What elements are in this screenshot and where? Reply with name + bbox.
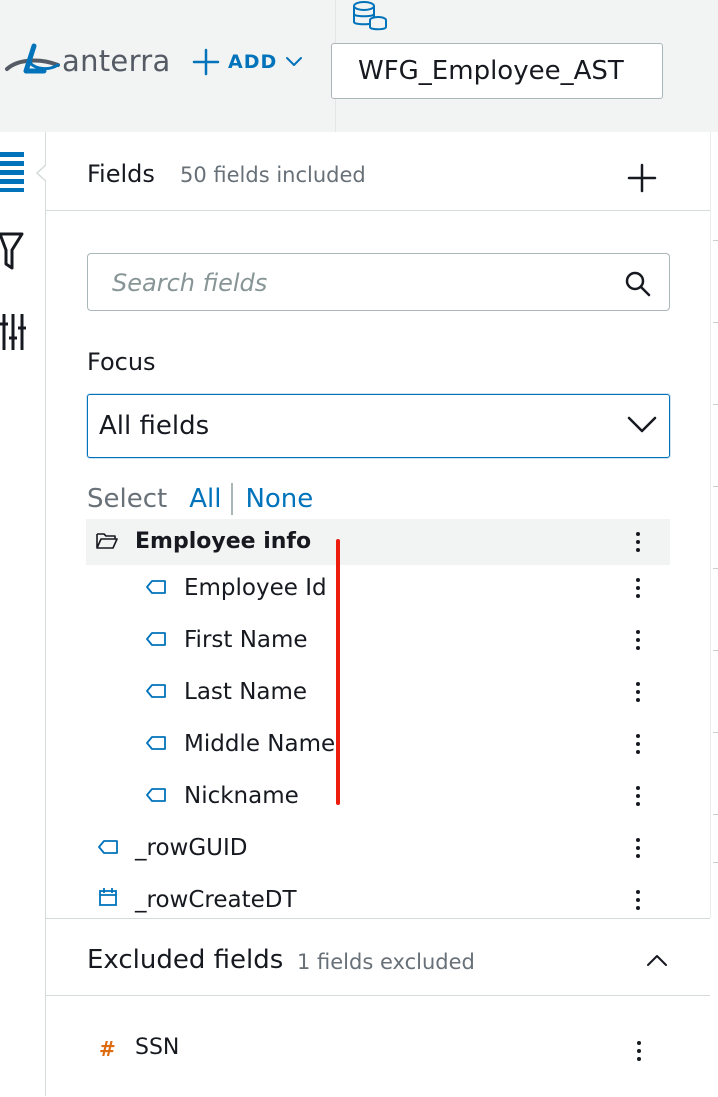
more-options-icon[interactable] (635, 837, 641, 859)
excluded-fields-section: Excluded fields 1 fields excluded # SSN (46, 918, 710, 1097)
focus-select-value: All fields (99, 411, 210, 441)
chevron-down-icon (627, 416, 657, 433)
dataset-selector[interactable]: WFG_Employee_AST (331, 43, 663, 99)
field-name: _rowCreateDT (135, 887, 297, 913)
more-options-icon[interactable] (636, 1040, 642, 1062)
fields-title: Fields (87, 160, 155, 188)
select-controls: Select All None (87, 482, 313, 516)
field-group-employee-info[interactable]: Employee info (86, 519, 670, 565)
annotation-line (336, 539, 340, 805)
more-options-icon[interactable] (635, 681, 641, 703)
calendar-icon (99, 888, 117, 906)
add-dropdown-button[interactable]: ADD (192, 44, 303, 80)
string-field-icon (146, 788, 166, 802)
field-name: Employee Id (184, 575, 327, 601)
add-button-label: ADD (228, 51, 278, 73)
logo-mark-icon (5, 43, 60, 74)
search-icon[interactable] (625, 271, 651, 297)
left-icon-rail (0, 132, 46, 1096)
string-field-icon (146, 736, 166, 750)
app-logo[interactable]: anterra (4, 38, 171, 84)
panel-divider (710, 132, 711, 918)
fields-header: Fields 50 fields included (46, 132, 710, 211)
select-all-link[interactable]: All (189, 484, 221, 514)
field-row-rowguid[interactable]: _rowGUID (86, 825, 670, 871)
field-row-first-name[interactable]: First Name (86, 617, 670, 663)
field-name: _rowGUID (135, 835, 248, 861)
excluded-fields-header[interactable]: Excluded fields 1 fields excluded (46, 919, 710, 996)
excluded-field-row-ssn[interactable]: # SSN (87, 1031, 671, 1071)
focus-label: Focus (87, 348, 156, 376)
folder-open-icon (96, 533, 118, 549)
top-bar: anterra ADD WFG_Employee_AST (0, 0, 718, 132)
plus-icon (192, 48, 220, 76)
chevron-down-icon (286, 57, 303, 66)
fields-panel: Fields 50 fields included Focus All fiel… (46, 132, 710, 1096)
logo-text: anterra (62, 44, 171, 78)
filter-icon[interactable] (0, 232, 24, 272)
more-options-icon[interactable] (635, 629, 641, 651)
focus-select[interactable]: All fields (87, 394, 670, 458)
chevron-up-icon[interactable] (646, 953, 668, 967)
excluded-fields-count: 1 fields excluded (297, 950, 475, 974)
field-name: Nickname (184, 783, 299, 809)
string-field-icon (146, 580, 166, 594)
dataset-icon[interactable] (352, 0, 390, 32)
add-field-button[interactable] (626, 162, 658, 194)
field-name: SSN (135, 1035, 180, 1060)
string-field-icon (98, 840, 118, 854)
sliders-icon[interactable] (0, 314, 26, 350)
fields-tree: Employee info Employee Id First Name Las… (86, 519, 670, 917)
string-field-icon (146, 684, 166, 698)
field-row-last-name[interactable]: Last Name (86, 669, 670, 715)
search-input[interactable] (88, 254, 634, 312)
select-none-link[interactable]: None (245, 484, 313, 514)
field-name: Middle Name (184, 731, 336, 757)
more-options-icon[interactable] (635, 531, 641, 553)
field-row-middle-name[interactable]: Middle Name (86, 721, 670, 767)
select-divider (231, 483, 234, 515)
select-label: Select (87, 484, 168, 514)
field-row-employee-id[interactable]: Employee Id (86, 565, 670, 611)
field-row-nickname[interactable]: Nickname (86, 773, 670, 819)
fields-count: 50 fields included (180, 163, 366, 187)
string-field-icon (146, 632, 166, 646)
more-options-icon[interactable] (635, 733, 641, 755)
field-name: First Name (184, 627, 308, 653)
field-row-rowcreatedt[interactable]: _rowCreateDT (86, 877, 670, 917)
number-field-icon: # (99, 1037, 116, 1061)
fields-list-icon[interactable] (0, 152, 26, 192)
search-box (87, 253, 670, 312)
field-name: Last Name (184, 679, 308, 705)
more-options-icon[interactable] (635, 785, 641, 807)
more-options-icon[interactable] (635, 889, 641, 911)
more-options-icon[interactable] (635, 577, 641, 599)
group-name: Employee info (135, 529, 312, 554)
excluded-fields-title: Excluded fields (87, 945, 284, 975)
